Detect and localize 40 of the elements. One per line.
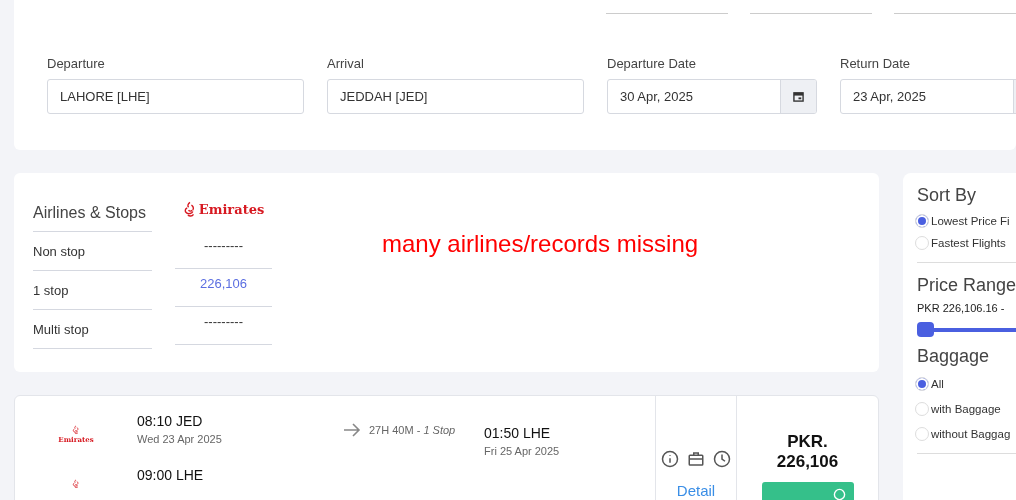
date-field[interactable]: 30 Apr, 2025 xyxy=(607,79,817,114)
sort-title: Sort By xyxy=(917,185,978,206)
baggage-title: Baggage xyxy=(917,346,991,367)
calendar-icon[interactable] xyxy=(793,91,804,102)
fare-cell: --------- xyxy=(175,231,272,269)
arrival-date: Fri 25 Apr 2025 xyxy=(484,445,561,457)
sort-option[interactable]: Fastest Flights xyxy=(915,236,1016,250)
stop-label: Non stop xyxy=(33,232,152,271)
price-title: Price Range xyxy=(917,275,1016,296)
input-field[interactable]: JEDDAH [JED] xyxy=(327,79,584,114)
input-field[interactable]: LAHORE [LHE] xyxy=(47,79,304,114)
clock-icon[interactable] xyxy=(713,450,731,468)
baggage-option[interactable]: without Baggag xyxy=(915,427,1016,441)
briefcase-icon[interactable] xyxy=(687,450,705,468)
price-range-text: PKR 226,106.16 - xyxy=(917,302,1006,314)
duration-text: 27H 40M - 1 Stop xyxy=(369,424,456,436)
departure-time: 08:10 JED xyxy=(137,413,204,429)
field-label: Departure xyxy=(47,56,106,71)
baggage-option[interactable]: All xyxy=(915,377,1016,391)
departure-time: 09:00 LHE xyxy=(137,467,205,483)
matrix-title: Airlines & Stops xyxy=(33,195,152,232)
sort-option[interactable]: Lowest Price Fi xyxy=(915,214,1016,228)
info-icon[interactable] xyxy=(661,450,679,468)
field-label: Return Date xyxy=(840,56,912,71)
fare-cell[interactable]: 226,106 xyxy=(175,269,272,307)
field-label: Arrival xyxy=(327,56,365,71)
departure-date: Wed 23 Apr 2025 xyxy=(137,433,223,445)
field-label: Departure Date xyxy=(607,56,697,71)
stop-label: Multi stop xyxy=(33,310,152,349)
airline-logo: Emirates xyxy=(198,201,265,217)
annotation-note: many airlines/records missing xyxy=(382,230,699,259)
arrival-time: 01:50 LHE xyxy=(484,425,552,441)
chat-icon xyxy=(832,487,846,500)
stop-label: 1 stop xyxy=(33,271,152,310)
date-field[interactable]: 23 Apr, 2025 xyxy=(840,79,1016,114)
fare-cell: --------- xyxy=(175,307,272,345)
arrow-icon xyxy=(343,423,361,437)
baggage-option[interactable]: with Baggage xyxy=(915,402,1016,416)
slider-thumb[interactable] xyxy=(917,322,934,337)
flight-price: PKR. 226,106 xyxy=(775,432,840,472)
